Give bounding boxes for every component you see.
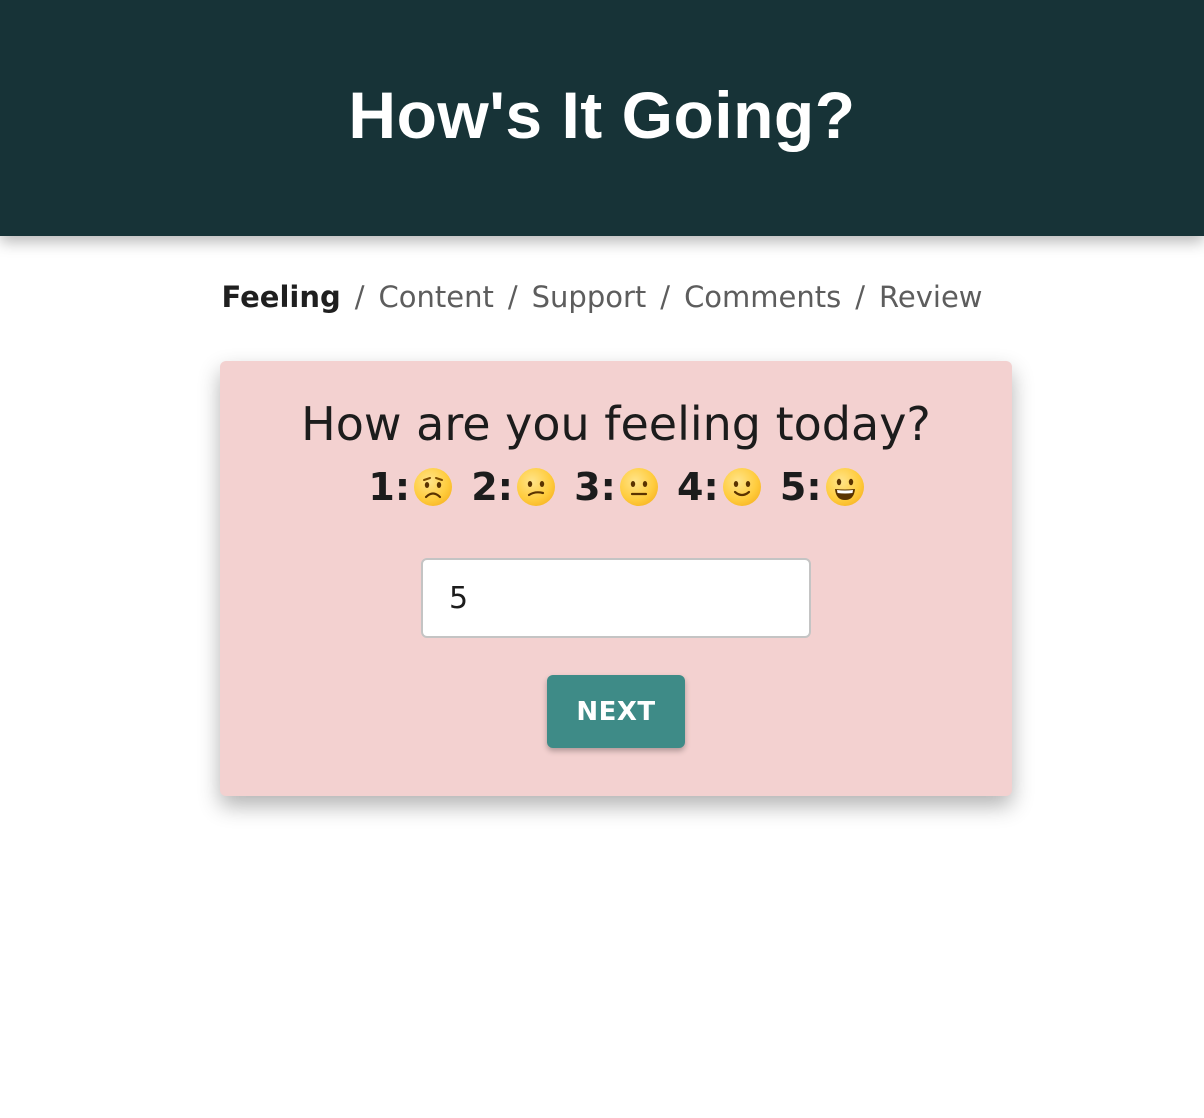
breadcrumb-separator: / <box>855 280 866 314</box>
scale-item-1: 1: <box>368 465 453 509</box>
grinning-face-icon <box>825 468 864 506</box>
scale-item-4: 4: <box>677 465 761 509</box>
breadcrumb-separator: / <box>354 280 365 314</box>
feeling-input[interactable] <box>421 558 811 638</box>
feeling-card: How are you feeling today? 1: 2: 3: 4: 5… <box>220 361 1012 796</box>
neutral-face-icon <box>619 468 658 506</box>
scale-item-3: 3: <box>574 465 658 509</box>
slightly-smiling-face-icon <box>722 468 761 506</box>
app-header: How's It Going? <box>0 0 1204 236</box>
breadcrumb-separator: / <box>507 280 518 314</box>
breadcrumb-item-feeling[interactable]: Feeling <box>221 280 340 314</box>
breadcrumb-item-comments[interactable]: Comments <box>684 280 841 314</box>
scale-label: 1: <box>368 465 411 509</box>
breadcrumb: Feeling / Content / Support / Comments / Review <box>0 280 1204 314</box>
scale-label: 3: <box>574 465 616 509</box>
confused-face-icon <box>516 468 555 506</box>
feeling-scale: 1: 2: 3: 4: 5: <box>220 465 1012 509</box>
scale-label: 4: <box>677 465 719 509</box>
breadcrumb-separator: / <box>660 280 671 314</box>
scale-item-5: 5: <box>780 465 864 509</box>
question-heading: How are you feeling today? <box>301 397 931 451</box>
breadcrumb-item-content[interactable]: Content <box>379 280 494 314</box>
scale-label: 5: <box>779 465 822 509</box>
scale-label: 2: <box>471 465 513 509</box>
next-button[interactable]: NEXT <box>547 675 685 748</box>
breadcrumb-item-support[interactable]: Support <box>532 280 647 314</box>
feeling-input-wrapper <box>421 558 811 638</box>
worried-face-icon <box>414 468 453 506</box>
breadcrumb-item-review[interactable]: Review <box>879 280 982 314</box>
scale-item-2: 2: <box>471 465 555 509</box>
page-title: How's It Going? <box>348 78 856 152</box>
